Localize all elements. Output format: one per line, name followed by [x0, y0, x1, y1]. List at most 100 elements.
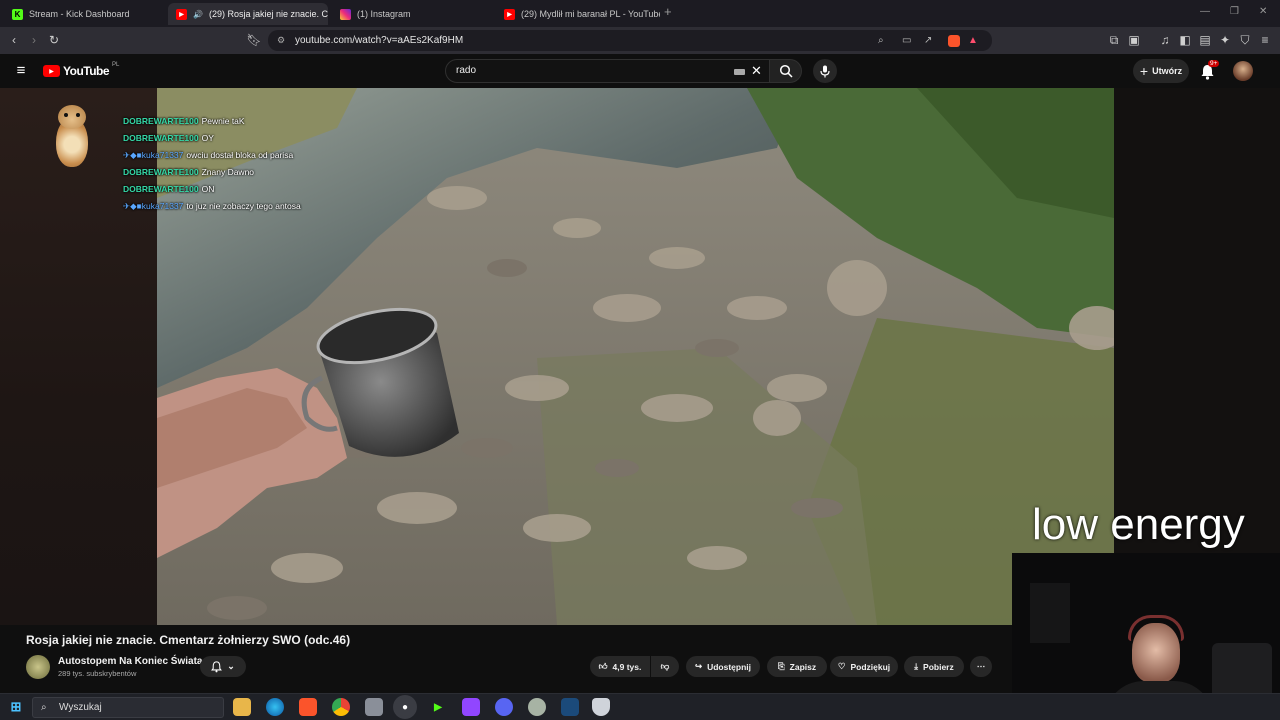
more-actions-button[interactable]: ⋯ — [970, 656, 992, 677]
obs-icon[interactable]: ● — [396, 698, 414, 716]
chat-text: Pewnie taK — [201, 116, 245, 126]
subscribed-button[interactable]: ⌄ — [200, 656, 246, 677]
notifications-button[interactable]: 9+ — [1200, 60, 1220, 80]
video-frame — [157, 88, 1114, 625]
save-label: Zapisz — [789, 661, 817, 672]
cast-icon[interactable]: ▭ — [902, 30, 911, 51]
brave-icon[interactable] — [299, 698, 317, 716]
search-input[interactable]: rado ✕ — [445, 59, 770, 83]
back-icon[interactable]: ‹ — [6, 32, 22, 48]
zoom-icon[interactable]: ⌕ — [878, 30, 884, 51]
chat-message: ✈◆■kuka71337 to juz nie zobaczy tego anto… — [123, 201, 301, 212]
youtube-wordmark: YouTube — [63, 64, 110, 78]
speaker-icon: 🔊 — [193, 9, 203, 19]
like-button[interactable]: 👍︎ 4,9 tys. — [590, 656, 650, 677]
thumbs-down-icon: 👎︎ — [660, 661, 670, 671]
thanks-button[interactable]: ♡ Podziękuj — [830, 656, 898, 677]
leo-ai-icon[interactable]: ✦ — [1217, 32, 1233, 48]
chat-text: Znany Dawno — [201, 167, 255, 177]
tab-youtube-current[interactable]: ▶ 🔊 (29) Rosja jakiej nie znacie. C ✕ — [168, 3, 328, 25]
sidebar-icon[interactable]: ◧ — [1177, 32, 1193, 48]
chat-username: kuka71337 — [141, 150, 184, 160]
channel-avatar[interactable] — [26, 655, 50, 679]
twitch-icon[interactable] — [462, 698, 480, 716]
keyboard-icon[interactable] — [734, 69, 745, 75]
tab-instagram[interactable]: (1) Instagram — [332, 3, 492, 25]
taskbar-search[interactable]: ⌕ Wyszukaj — [32, 697, 224, 718]
youtube-logo[interactable]: ▶ YouTube PL — [43, 62, 119, 78]
forward-icon[interactable]: › — [26, 32, 42, 48]
kick-app-icon[interactable]: ▶ — [429, 698, 447, 716]
hamburger-menu-icon[interactable]: ≡ — [13, 62, 29, 79]
extensions-icon[interactable]: ⧉ — [1106, 32, 1122, 48]
url-text: youtube.com/watch?v=aAEs2Kaf9HM — [295, 35, 464, 46]
chat-message: DOBREWARTE100 ON — [123, 184, 214, 194]
share-label: Udostępnij — [707, 661, 752, 672]
tab-youtube-other[interactable]: ▶ (29) Mydlił mi baranał PL - YouTube — [496, 3, 660, 25]
download-button[interactable]: ⤓ Pobierz — [904, 656, 964, 677]
avatar[interactable] — [1233, 61, 1253, 81]
site-info-icon[interactable]: ⚙ — [277, 30, 285, 51]
search-button[interactable] — [770, 59, 802, 83]
edge-icon[interactable] — [266, 698, 284, 716]
heart-dollar-icon: ♡ — [837, 661, 846, 671]
tab-kick-dashboard[interactable]: K Stream - Kick Dashboard — [4, 3, 168, 25]
voice-search-button[interactable] — [813, 59, 837, 83]
chat-message: DOBREWARTE100 Znany Dawno — [123, 167, 254, 177]
window-close-icon[interactable]: ✕ — [1259, 6, 1267, 17]
new-tab-icon[interactable]: + — [664, 4, 672, 19]
tab-title: (29) Mydlił mi baranał PL - YouTube — [521, 9, 660, 19]
media-icon[interactable]: ♫ — [1157, 32, 1173, 48]
brave-shields-icon[interactable] — [948, 35, 960, 47]
windows-start-icon[interactable]: ⊞ — [7, 698, 25, 716]
chat-username: DOBREWARTE100 — [123, 116, 199, 126]
vpn-icon[interactable]: ⛉ — [1237, 32, 1253, 48]
bookmark-icon[interactable]: 🔖︎ — [246, 32, 262, 48]
save-button[interactable]: ⎘ Zapisz — [767, 656, 827, 677]
file-explorer-icon[interactable] — [233, 698, 251, 716]
youtube-icon: ▶ — [504, 8, 515, 20]
thanks-label: Podziękuj — [850, 661, 891, 672]
create-button[interactable]: + Utwórz — [1133, 59, 1189, 83]
hamster-emote-icon — [52, 103, 92, 169]
taskbar-search-placeholder: Wyszukaj — [59, 702, 102, 713]
menu-icon[interactable]: ≡ — [1257, 32, 1273, 48]
youtube-header: ≡ ▶ YouTube PL rado ✕ + Utwórz 9+ — [0, 54, 1280, 88]
chat-username: kuka71337 — [141, 201, 184, 211]
brave-rewards-icon[interactable]: ▲ — [968, 30, 978, 51]
chevron-down-icon: ⌄ — [227, 661, 235, 671]
dislike-button[interactable]: 👎︎ — [651, 656, 679, 677]
microphone-icon — [820, 65, 830, 77]
share-icon[interactable]: ↗ — [924, 30, 932, 51]
reload-icon[interactable]: ↻ — [46, 32, 62, 48]
discord-icon[interactable] — [495, 698, 513, 716]
app-icon[interactable] — [592, 698, 610, 716]
clear-search-icon[interactable]: ✕ — [751, 60, 762, 82]
screenshot-icon[interactable]: ▣ — [1126, 32, 1142, 48]
video-player[interactable] — [157, 88, 1114, 625]
minimize-icon[interactable]: — — [1200, 6, 1210, 17]
wallet-icon[interactable]: ▤ — [1197, 32, 1213, 48]
app-icon[interactable] — [528, 698, 546, 716]
chat-text: owciu dostał bloka od parisa — [186, 150, 294, 160]
channel-name[interactable]: Autostopem Na Koniec Świata — [58, 656, 202, 667]
chat-message: DOBREWARTE100 OY — [123, 133, 214, 143]
share-button[interactable]: ↪ Udostępnij — [686, 656, 760, 677]
search-value: rado — [456, 65, 477, 76]
headphones-icon — [1128, 615, 1184, 641]
chrome-icon[interactable] — [332, 698, 350, 716]
chat-badge-icon: ✈◆■ — [123, 201, 142, 211]
address-bar[interactable]: ⚙ youtube.com/watch?v=aAEs2Kaf9HM ⌕ ▭ ↗ … — [268, 30, 992, 51]
maximize-icon[interactable]: ❐ — [1230, 6, 1239, 17]
chat-text: OY — [201, 133, 214, 143]
app-icon[interactable] — [365, 698, 383, 716]
search-icon — [779, 64, 793, 78]
steam-icon[interactable] — [561, 698, 579, 716]
chat-message: DOBREWARTE100 Pewnie taK — [123, 116, 245, 126]
download-label: Pobierz — [923, 661, 954, 672]
chat-message: ✈◆■kuka71337 owciu dostał bloka od parisa — [123, 150, 293, 161]
chat-text: to juz nie zobaczy tego antosa — [186, 201, 301, 211]
tab-title: Stream - Kick Dashboard — [29, 9, 130, 19]
video-title: Rosja jakiej nie znacie. Cmentarz żołnie… — [26, 633, 351, 647]
subscriber-count: 289 tys. subskrybentów — [58, 669, 137, 678]
